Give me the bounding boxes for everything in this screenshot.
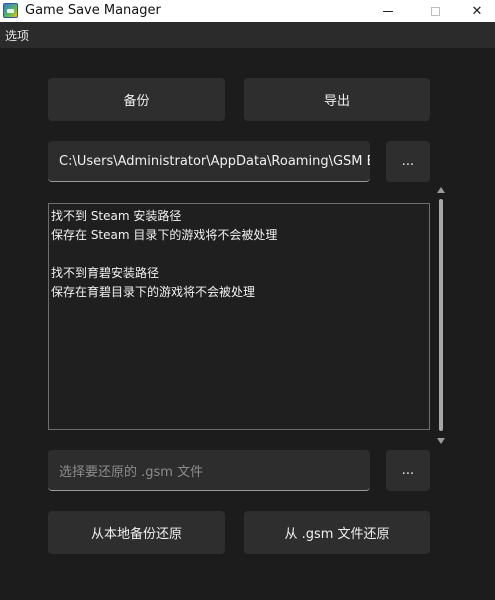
title-bar: Game Save Manager ✕ xyxy=(0,0,495,22)
restore-gsm-file-button[interactable]: 从 .gsm 文件还原 xyxy=(244,511,430,554)
gsm-file-input[interactable]: 选择要还原的 .gsm 文件 xyxy=(48,450,370,491)
maximize-button[interactable] xyxy=(413,0,457,22)
close-icon: ✕ xyxy=(471,3,483,19)
log-line: 找不到 Steam 安装路径 xyxy=(51,209,182,223)
app-icon xyxy=(3,3,18,18)
log-line: 保存在育碧目录下的游戏将不会被处理 xyxy=(51,285,256,299)
backup-path-input[interactable]: C:\Users\Administrator\AppData\Roaming\G… xyxy=(48,141,370,182)
backup-button[interactable]: 备份 xyxy=(48,78,225,121)
maximize-icon xyxy=(430,6,440,16)
log-line: 找不到育碧安装路径 xyxy=(51,266,160,280)
browse-backup-path-button[interactable]: ... xyxy=(386,141,430,182)
scroll-down-arrow-icon[interactable] xyxy=(437,438,445,444)
minimize-icon xyxy=(383,10,393,12)
window-title: Game Save Manager xyxy=(25,3,161,18)
minimize-button[interactable] xyxy=(366,0,410,22)
log-output: 找不到 Steam 安装路径 保存在 Steam 目录下的游戏将不会被处理 找不… xyxy=(48,203,430,430)
export-button[interactable]: 导出 xyxy=(244,78,430,121)
menu-options[interactable]: 选项 xyxy=(5,27,29,44)
scrollbar-thumb[interactable] xyxy=(439,199,443,431)
log-line: 保存在 Steam 目录下的游戏将不会被处理 xyxy=(51,228,278,242)
restore-local-backup-button[interactable]: 从本地备份还原 xyxy=(48,511,225,554)
scroll-up-arrow-icon[interactable] xyxy=(437,187,445,193)
browse-gsm-file-button[interactable]: ... xyxy=(386,450,430,491)
close-button[interactable]: ✕ xyxy=(455,0,495,22)
menu-bar: 选项 xyxy=(0,22,495,48)
